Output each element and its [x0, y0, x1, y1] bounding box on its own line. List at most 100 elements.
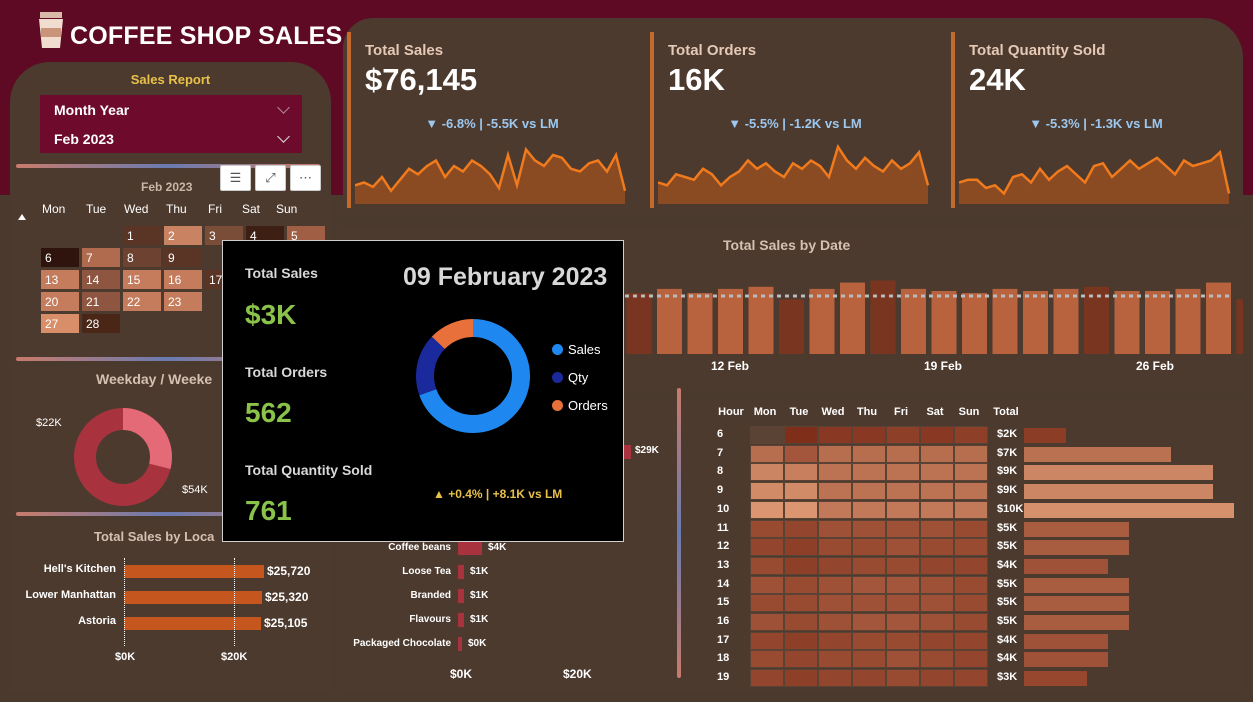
calendar-day[interactable]: 28 — [82, 314, 120, 333]
location-bar[interactable] — [124, 591, 262, 604]
heatmap-cell[interactable] — [818, 463, 852, 482]
heatmap-cell[interactable] — [784, 538, 818, 557]
heatmap-total-bar[interactable] — [1024, 428, 1066, 443]
heatmap-header[interactable]: Sat — [918, 406, 952, 418]
calendar-day[interactable]: 14 — [82, 270, 120, 289]
heatmap-total-bar[interactable] — [1024, 558, 1108, 574]
heatmap-cell[interactable] — [818, 594, 852, 613]
heatmap-total-bar[interactable] — [1024, 540, 1129, 556]
heatmap-cell[interactable] — [852, 669, 886, 688]
heatmap-cell[interactable] — [954, 669, 988, 688]
heatmap-header[interactable]: Thu — [850, 406, 884, 418]
heatmap-cell[interactable] — [784, 463, 818, 482]
calendar-day[interactable]: 16 — [164, 270, 202, 289]
heatmap-cell[interactable] — [818, 519, 852, 538]
heatmap-cell[interactable] — [784, 444, 818, 463]
heatmap-cell[interactable] — [886, 500, 920, 519]
heatmap-cell[interactable] — [886, 594, 920, 613]
date-bar[interactable] — [1145, 291, 1170, 354]
heatmap-cell[interactable] — [784, 669, 818, 688]
heatmap-total-bar[interactable] — [1024, 521, 1129, 537]
heatmap-header[interactable]: Mon — [748, 406, 782, 418]
focus-mode-icon[interactable]: ⤢ — [255, 165, 286, 191]
heatmap-cell[interactable] — [818, 631, 852, 650]
heatmap-cell[interactable] — [852, 594, 886, 613]
date-bar[interactable] — [1023, 291, 1048, 354]
heatmap-cell[interactable] — [920, 556, 954, 575]
heatmap-cell[interactable] — [920, 500, 954, 519]
heatmap-cell[interactable] — [954, 594, 988, 613]
heatmap-header[interactable]: Wed — [816, 406, 850, 418]
date-bar[interactable] — [1114, 291, 1140, 354]
heatmap-cell[interactable] — [954, 463, 988, 482]
heatmap-cell[interactable] — [852, 426, 886, 444]
heatmap-cell[interactable] — [920, 519, 954, 538]
heatmap-cell[interactable] — [750, 594, 784, 613]
heatmap-cell[interactable] — [920, 538, 954, 557]
heatmap-cell[interactable] — [886, 650, 920, 669]
date-bar[interactable] — [687, 293, 713, 354]
heatmap-cell[interactable] — [954, 482, 988, 501]
heatmap-cell[interactable] — [818, 444, 852, 463]
heatmap-cell[interactable] — [784, 556, 818, 575]
heatmap-total-bar[interactable] — [1024, 596, 1129, 612]
month-dropdown[interactable]: Feb 2023 — [40, 124, 302, 153]
heatmap-total-bar[interactable] — [1024, 652, 1108, 668]
heatmap-cell[interactable] — [818, 650, 852, 669]
date-bar[interactable] — [657, 288, 682, 354]
product-bar[interactable] — [458, 589, 464, 603]
month-year-slicer[interactable]: Month Year — [40, 95, 302, 124]
calendar-day[interactable]: 22 — [123, 292, 161, 311]
date-bar[interactable] — [626, 293, 652, 354]
date-bar[interactable] — [1206, 282, 1231, 354]
product-bar[interactable] — [458, 637, 462, 651]
heatmap-cell[interactable] — [852, 519, 886, 538]
date-bar[interactable] — [992, 288, 1018, 354]
heatmap-header[interactable]: Tue — [782, 406, 816, 418]
heatmap-total-bar[interactable] — [1024, 446, 1171, 462]
date-bar[interactable] — [809, 288, 835, 354]
heatmap-header[interactable]: Total — [986, 406, 1026, 418]
heatmap-cell[interactable] — [920, 426, 954, 444]
heatmap-cell[interactable] — [784, 519, 818, 538]
heatmap-cell[interactable] — [920, 575, 954, 594]
heatmap-cell[interactable] — [886, 669, 920, 688]
heatmap-cell[interactable] — [784, 631, 818, 650]
location-bar[interactable] — [124, 617, 261, 630]
heatmap-cell[interactable] — [750, 426, 784, 444]
calendar-day[interactable]: 27 — [41, 314, 79, 333]
date-bar[interactable] — [931, 291, 957, 354]
heatmap-cell[interactable] — [852, 482, 886, 501]
date-bar[interactable] — [1053, 288, 1079, 354]
heatmap-cell[interactable] — [886, 538, 920, 557]
heatmap-cell[interactable] — [852, 631, 886, 650]
heatmap-cell[interactable] — [750, 556, 784, 575]
heatmap-cell[interactable] — [954, 650, 988, 669]
calendar-day[interactable]: 13 — [41, 270, 79, 289]
calendar-day[interactable]: 23 — [164, 292, 202, 311]
product-bar[interactable] — [458, 541, 482, 555]
calendar-day[interactable]: 21 — [82, 292, 120, 311]
date-bar[interactable] — [901, 288, 926, 354]
heatmap-cell[interactable] — [954, 556, 988, 575]
heatmap-cell[interactable] — [886, 631, 920, 650]
heatmap-cell[interactable] — [852, 500, 886, 519]
heatmap-cell[interactable] — [920, 482, 954, 501]
calendar-day[interactable]: 9 — [164, 248, 202, 267]
heatmap-total-bar[interactable] — [1024, 615, 1129, 630]
heatmap-cell[interactable] — [750, 444, 784, 463]
heatmap-header[interactable]: Sun — [952, 406, 986, 418]
heatmap-cell[interactable] — [954, 538, 988, 557]
heatmap-cell[interactable] — [886, 463, 920, 482]
sort-up-icon[interactable] — [18, 214, 26, 220]
heatmap-cell[interactable] — [852, 575, 886, 594]
heatmap-cell[interactable] — [750, 463, 784, 482]
more-options-icon[interactable]: ⋯ — [290, 165, 321, 191]
heatmap-cell[interactable] — [852, 444, 886, 463]
calendar-day[interactable]: 8 — [123, 248, 161, 267]
heatmap-cell[interactable] — [784, 613, 818, 631]
heatmap-cell[interactable] — [750, 613, 784, 631]
date-bar[interactable] — [779, 299, 804, 354]
heatmap-total-bar[interactable] — [1024, 671, 1087, 687]
heatmap-cell[interactable] — [784, 482, 818, 501]
